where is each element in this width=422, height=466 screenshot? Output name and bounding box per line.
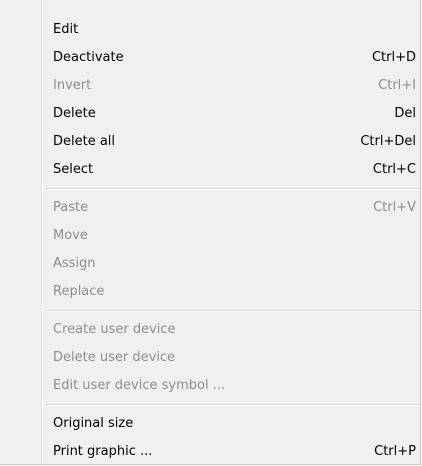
- menu-item-label: Deactivate: [53, 50, 124, 65]
- menu-item-label: Invert: [53, 78, 92, 93]
- menu-separator: [0, 400, 420, 410]
- menu-item-shortcut: Del: [394, 106, 416, 121]
- menu-item-shortcut: Ctrl+C: [372, 162, 416, 177]
- menu-item-label: Delete user device: [53, 350, 176, 365]
- menu-item-label: Replace: [53, 284, 105, 299]
- menu-item-label: Original size: [53, 416, 134, 431]
- menu-item-label: Edit user device symbol ...: [53, 378, 226, 393]
- menu-item-label: Print graphic ...: [53, 444, 153, 459]
- menu-item-delete[interactable]: Delete Del: [0, 100, 420, 128]
- menu-item-label: Move: [53, 228, 88, 243]
- menu-item-shortcut: Ctrl+Del: [360, 134, 416, 149]
- menu-item-original-size[interactable]: Original size: [0, 410, 420, 438]
- menu-item-delete-user-device: Delete user device: [0, 344, 420, 372]
- menu-item-edit-user-device-symbol: Edit user device symbol ...: [0, 372, 420, 400]
- menu-separator: [0, 306, 420, 316]
- menu-item-label: Assign: [53, 256, 96, 271]
- menu-item-paste: Paste Ctrl+V: [0, 194, 420, 222]
- menu-item-shortcut: Ctrl+I: [378, 78, 416, 93]
- menu-item-create-user-device: Create user device: [0, 316, 420, 344]
- menu-item-delete-all[interactable]: Delete all Ctrl+Del: [0, 128, 420, 156]
- menu-item-label: Edit: [53, 22, 79, 37]
- menu-item-assign: Assign: [0, 250, 420, 278]
- menu-item-label: Delete: [53, 106, 96, 121]
- menu-item-label: Select: [53, 162, 94, 177]
- menu-item-invert: Invert Ctrl+I: [0, 72, 420, 100]
- menu-item-replace: Replace: [0, 278, 420, 306]
- menu-item-label: Create user device: [53, 322, 176, 337]
- menu-item-select[interactable]: Select Ctrl+C: [0, 156, 420, 184]
- menu-item-shortcut: Ctrl+V: [373, 200, 416, 215]
- menu-items: Edit Deactivate Ctrl+D Invert Ctrl+I Del…: [0, 16, 420, 464]
- menu-item-label: Paste: [53, 200, 89, 215]
- menu-item-edit[interactable]: Edit: [0, 16, 420, 44]
- context-menu: Edit Deactivate Ctrl+D Invert Ctrl+I Del…: [0, 0, 421, 465]
- menu-item-move: Move: [0, 222, 420, 250]
- menu-item-label: Delete all: [53, 134, 116, 149]
- menu-item-deactivate[interactable]: Deactivate Ctrl+D: [0, 44, 420, 72]
- menu-item-print-graphic[interactable]: Print graphic ... Ctrl+P: [0, 438, 420, 464]
- menu-item-shortcut: Ctrl+P: [374, 444, 416, 459]
- menu-separator: [0, 184, 420, 194]
- menu-item-shortcut: Ctrl+D: [371, 50, 416, 65]
